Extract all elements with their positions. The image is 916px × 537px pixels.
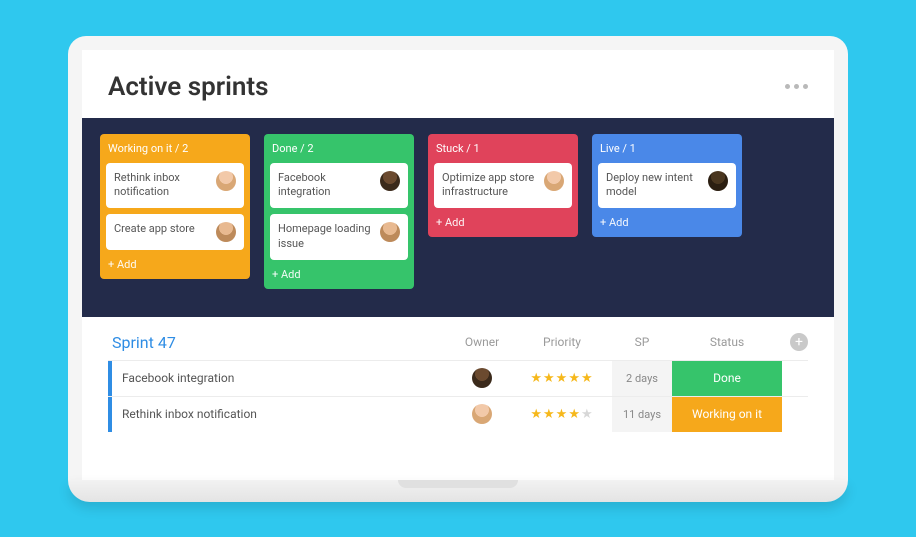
avatar	[472, 368, 492, 388]
avatar	[544, 171, 564, 191]
add-column-button[interactable]: +	[790, 333, 808, 351]
sprint-title[interactable]: Sprint 47	[108, 333, 452, 352]
row-status[interactable]: Done	[672, 361, 782, 396]
board-card[interactable]: Rethink inbox notification	[106, 163, 244, 209]
column-working: Working on it / 2 Rethink inbox notificat…	[100, 134, 250, 280]
board-card[interactable]: Homepage loading issue	[270, 214, 408, 260]
sprint-list: Sprint 47 Owner Priority SP Status + Fac…	[82, 317, 834, 432]
laptop-screen: Active sprints Working on it / 2 Rethink …	[68, 36, 848, 480]
board-card[interactable]: Facebook integration	[270, 163, 408, 209]
column-done: Done / 2 Facebook integration Homepage loa…	[264, 134, 414, 289]
row-sp[interactable]: 11 days	[612, 397, 672, 432]
avatar	[380, 171, 400, 191]
card-text: Facebook integration	[278, 171, 374, 201]
row-title: Facebook integration	[112, 371, 452, 385]
board-card[interactable]: Optimize app store infrastructure	[434, 163, 572, 209]
page-title: Active sprints	[108, 72, 268, 102]
column-title: Done / 2	[270, 140, 408, 163]
row-owner[interactable]	[452, 404, 512, 424]
add-card-button[interactable]: + Add	[270, 266, 408, 281]
sprint-list-header: Sprint 47 Owner Priority SP Status +	[108, 333, 808, 360]
row-title: Rethink inbox notification	[112, 407, 452, 421]
more-menu-icon[interactable]	[785, 84, 808, 89]
card-text: Create app store	[114, 222, 210, 237]
laptop-frame: Active sprints Working on it / 2 Rethink …	[68, 36, 848, 502]
table-row[interactable]: Facebook integration ★★★★★2 daysDone	[108, 360, 808, 396]
app-viewport: Active sprints Working on it / 2 Rethink …	[82, 50, 834, 480]
add-card-button[interactable]: + Add	[106, 256, 244, 271]
card-text: Rethink inbox notification	[114, 171, 210, 201]
avatar	[380, 222, 400, 242]
add-card-button[interactable]: + Add	[434, 214, 572, 229]
row-owner[interactable]	[452, 368, 512, 388]
board-card[interactable]: Deploy new intent model	[598, 163, 736, 209]
col-header-status: Status	[672, 335, 782, 349]
col-header-owner: Owner	[452, 335, 512, 349]
table-row[interactable]: Rethink inbox notification ★★★★★11 daysWo…	[108, 396, 808, 432]
row-status[interactable]: Working on it	[672, 397, 782, 432]
avatar	[216, 222, 236, 242]
laptop-base	[68, 480, 848, 502]
avatar	[708, 171, 728, 191]
column-title: Working on it / 2	[106, 140, 244, 163]
col-header-sp: SP	[612, 335, 672, 349]
avatar	[472, 404, 492, 424]
row-sp[interactable]: 2 days	[612, 361, 672, 396]
column-title: Stuck / 1	[434, 140, 572, 163]
add-card-button[interactable]: + Add	[598, 214, 736, 229]
laptop-notch	[398, 480, 518, 488]
column-stuck: Stuck / 1 Optimize app store infrastructu…	[428, 134, 578, 238]
board-card[interactable]: Create app store	[106, 214, 244, 250]
card-text: Optimize app store infrastructure	[442, 171, 538, 201]
column-live: Live / 1 Deploy new intent model + Add	[592, 134, 742, 238]
kanban-board: Working on it / 2 Rethink inbox notificat…	[82, 118, 834, 317]
row-priority[interactable]: ★★★★★	[512, 371, 612, 386]
column-title: Live / 1	[598, 140, 736, 163]
row-priority[interactable]: ★★★★★	[512, 407, 612, 422]
card-text: Deploy new intent model	[606, 171, 702, 201]
page-header: Active sprints	[82, 50, 834, 118]
col-header-priority: Priority	[512, 335, 612, 349]
card-text: Homepage loading issue	[278, 222, 374, 252]
avatar	[216, 171, 236, 191]
